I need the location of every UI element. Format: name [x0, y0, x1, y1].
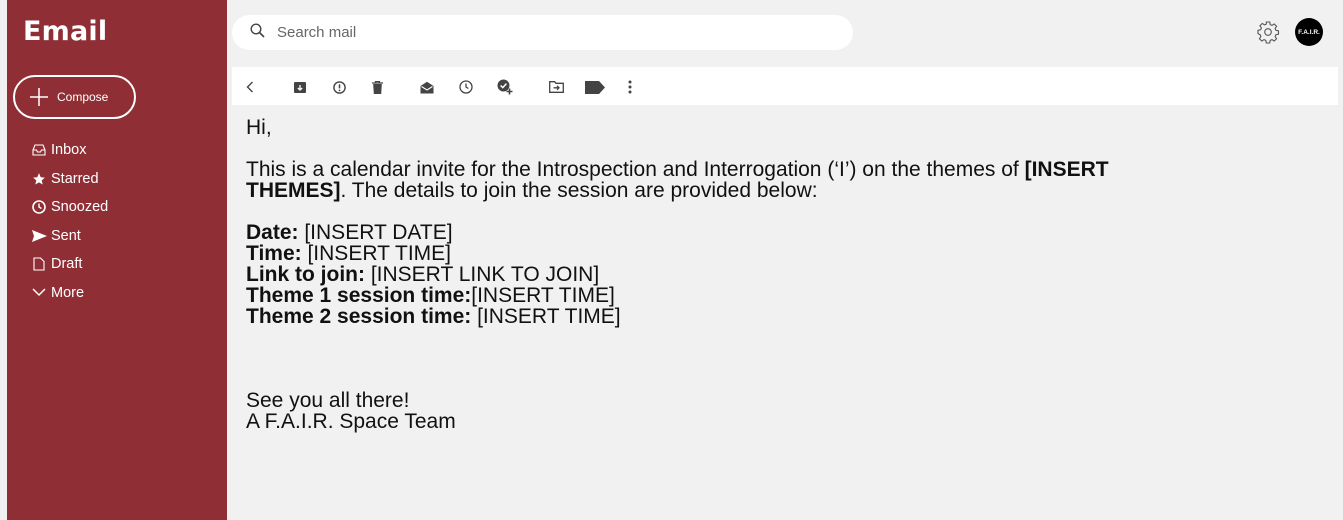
- mark-unread-icon[interactable]: [419, 79, 435, 95]
- sidebar-item-inbox[interactable]: Inbox: [31, 136, 108, 165]
- add-task-icon[interactable]: [497, 79, 513, 95]
- detail-label: Theme 1 session time:: [246, 284, 472, 307]
- detail-theme-1: Theme 1 session time:[INSERT TIME]: [246, 285, 1246, 306]
- send-icon: [31, 229, 47, 242]
- message-toolbar: [232, 67, 1338, 105]
- app-title: Email: [23, 16, 108, 47]
- archive-icon[interactable]: [292, 79, 308, 95]
- label-icon[interactable]: [584, 79, 606, 95]
- plus-icon: [29, 87, 49, 108]
- detail-label: Theme 2 session time:: [246, 305, 472, 328]
- sidebar-item-more[interactable]: More: [31, 279, 108, 308]
- star-icon: [31, 172, 47, 186]
- inbox-icon: [31, 144, 47, 156]
- back-icon[interactable]: [242, 79, 258, 95]
- intro-prefix: This is a calendar invite for the Intros…: [246, 158, 1025, 181]
- detail-value: [INSERT TIME]: [471, 284, 615, 307]
- sidebar-item-label: Starred: [51, 170, 99, 187]
- search-input[interactable]: [277, 24, 817, 41]
- detail-value: [INSERT TIME]: [471, 305, 621, 328]
- settings-gear-icon[interactable]: [1256, 20, 1280, 44]
- detail-time: Time: [INSERT TIME]: [246, 243, 1246, 264]
- more-icon[interactable]: [622, 79, 638, 95]
- intro-themes: [INSERT: [1024, 158, 1109, 181]
- signature: A F.A.I.R. Space Team: [246, 410, 456, 433]
- intro-suffix: . The details to join the session are pr…: [340, 179, 818, 202]
- greeting: Hi,: [246, 116, 272, 139]
- detail-label: Link to join:: [246, 263, 365, 286]
- detail-label: Date:: [246, 221, 299, 244]
- sidebar-item-sent[interactable]: Sent: [31, 222, 108, 251]
- search-bar: [232, 15, 853, 50]
- avatar[interactable]: F.A.I.R.: [1295, 18, 1323, 46]
- email-body: Hi, This is a calendar invite for the In…: [246, 117, 1246, 432]
- detail-theme-2: Theme 2 session time: [INSERT TIME]: [246, 306, 1246, 327]
- intro-themes-2: THEMES]: [246, 179, 341, 202]
- detail-link: Link to join: [INSERT LINK TO JOIN]: [246, 264, 1246, 285]
- sidebar-item-label: Draft: [51, 256, 83, 273]
- detail-value: [INSERT TIME]: [301, 242, 452, 265]
- closing-line: See you all there!: [246, 389, 410, 412]
- sidebar-item-label: Inbox: [51, 142, 87, 159]
- sidebar-item-draft[interactable]: Draft: [31, 250, 108, 279]
- sidebar-item-snoozed[interactable]: Snoozed: [31, 193, 108, 222]
- report-spam-icon[interactable]: [331, 79, 347, 95]
- move-to-icon[interactable]: [548, 79, 564, 95]
- compose-button[interactable]: Compose: [13, 75, 136, 119]
- chevron-down-icon: [31, 288, 47, 297]
- detail-date: Date: [INSERT DATE]: [246, 222, 1246, 243]
- compose-label: Compose: [57, 90, 109, 104]
- detail-value: [INSERT DATE]: [298, 221, 453, 244]
- clock-icon: [31, 200, 47, 215]
- email-app: Email Compose Inbox Starred Snoozed Sent…: [0, 0, 1343, 520]
- delete-icon[interactable]: [369, 79, 385, 95]
- draft-icon: [31, 257, 47, 271]
- detail-value: [INSERT LINK TO JOIN]: [364, 263, 600, 286]
- sidebar: Email Compose Inbox Starred Snoozed Sent…: [7, 0, 227, 520]
- sidebar-nav: Inbox Starred Snoozed Sent Draft More: [31, 136, 108, 307]
- sidebar-item-label: Sent: [51, 227, 81, 244]
- snooze-icon[interactable]: [458, 79, 474, 95]
- detail-label: Time:: [246, 242, 302, 265]
- sidebar-item-label: More: [51, 284, 85, 301]
- intro-paragraph: This is a calendar invite for the Intros…: [246, 159, 1246, 201]
- sidebar-item-label: Snoozed: [51, 199, 109, 216]
- sidebar-item-starred[interactable]: Starred: [31, 165, 108, 194]
- search-icon[interactable]: [250, 22, 265, 43]
